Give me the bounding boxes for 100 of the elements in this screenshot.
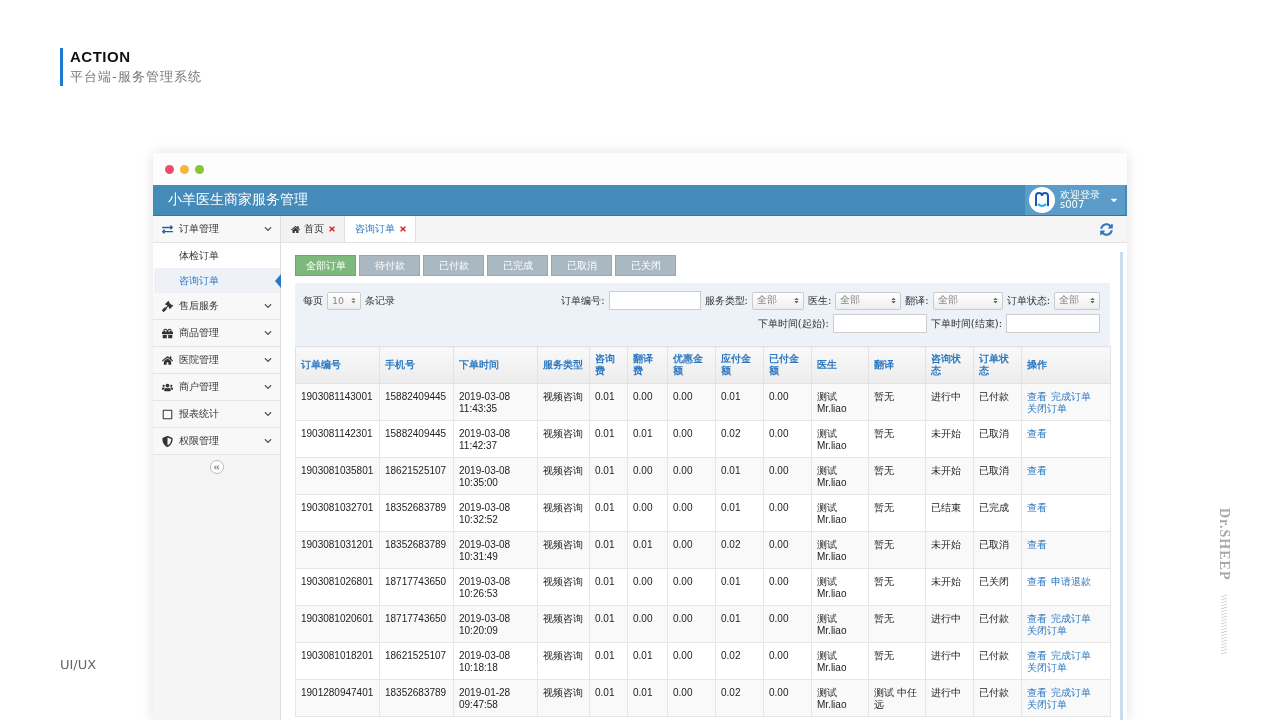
refresh-icon[interactable] (1100, 222, 1113, 236)
table-cell: 0.00 (763, 457, 812, 495)
page-size-select[interactable]: 10 (327, 291, 361, 310)
chevron-icon (264, 225, 272, 233)
table-cell: 视频咨询 (537, 642, 590, 680)
table-cell: 测试 Mr.liao (811, 679, 869, 717)
column-header: 操作 (1021, 346, 1111, 384)
maximize-dot[interactable] (195, 164, 204, 174)
action-link[interactable]: 关闭订单 (1027, 625, 1067, 637)
footer-label: UI/UX (60, 657, 98, 672)
action-link[interactable]: 查看 (1027, 502, 1047, 514)
sidebar-subitem[interactable]: 咨询订单 (153, 268, 280, 293)
table-cell: 已付款 (973, 679, 1022, 717)
filter-select[interactable]: 全部 (932, 291, 1003, 310)
table-cell: 0.01 (627, 420, 668, 458)
action-link[interactable]: 查看 (1027, 650, 1047, 662)
date-field[interactable] (1006, 314, 1100, 333)
table-cell: 0.01 (589, 568, 628, 606)
table-cell: 1901280947401 (295, 679, 380, 717)
greeting-text: 欢迎登录 (1060, 190, 1101, 200)
table-cell: 2019-03-08 10:31:49 (453, 531, 538, 569)
scrollbar[interactable] (1120, 252, 1123, 720)
table-cell: 进行中 (925, 642, 974, 680)
tab[interactable]: 咨询订单 (345, 216, 416, 242)
table-cell: 18352683789 (379, 494, 454, 532)
table-cell: 视频咨询 (537, 494, 590, 532)
table-cell: 1903081143001 (295, 383, 380, 421)
table-cell: 2019-03-08 10:35:00 (453, 457, 538, 495)
app-title: 小羊医生商家服务管理 (167, 191, 308, 209)
action-link[interactable]: 完成订单 (1051, 613, 1091, 625)
filter-select[interactable]: 全部 (1054, 291, 1100, 310)
table-cell: 进行中 (925, 679, 974, 717)
table-cell: 视频咨询 (537, 457, 590, 495)
table-cell: 视频咨询 (537, 383, 590, 421)
action-link[interactable]: 查看 (1027, 687, 1047, 699)
action-link[interactable]: 查看 (1027, 465, 1047, 477)
minimize-dot[interactable] (180, 164, 189, 174)
chevron-icon (264, 356, 272, 364)
action-link[interactable]: 查看 (1027, 428, 1047, 440)
action-link[interactable]: 完成订单 (1051, 687, 1091, 699)
gavel-icon (162, 300, 173, 312)
filter-label: 下单时间(结束): (930, 316, 1002, 331)
table-cell: 1903081035801 (295, 457, 380, 495)
table-cell: 0.00 (627, 383, 668, 421)
chevron-icon (264, 383, 272, 391)
table-cell: 暂无 (868, 531, 926, 569)
table-cell: 已取消 (973, 531, 1022, 569)
table-cell: 测试 Mr.liao (811, 605, 869, 643)
page-size-label: 每页 (303, 293, 323, 308)
action-link[interactable]: 查看 (1027, 391, 1047, 403)
chevron-icon (264, 410, 272, 418)
filter-label: 订单状态: (1006, 293, 1050, 308)
action-link[interactable]: 关闭订单 (1027, 403, 1067, 415)
table-cell: 2019-01-28 09:47:58 (453, 679, 538, 717)
close-dot[interactable] (165, 164, 174, 174)
table-cell: 0.01 (589, 605, 628, 643)
table-cell: 视频咨询 (537, 531, 590, 569)
filter-select[interactable]: 全部 (835, 291, 902, 310)
filter-select[interactable]: 全部 (751, 291, 804, 310)
table-cell: 0.01 (627, 679, 668, 717)
slide-heading: ACTION (70, 48, 132, 65)
table-cell: 1903081018201 (295, 642, 380, 680)
table-cell: 18352683789 (379, 531, 454, 569)
table-cell: 暂无 (868, 568, 926, 606)
date-field[interactable] (832, 314, 927, 333)
table-cell: 2019-03-08 10:18:18 (453, 642, 538, 680)
table-cell: 暂无 (868, 605, 926, 643)
signature-text: Dr.SHEEP (1215, 508, 1232, 581)
table-cell: 视频咨询 (537, 568, 590, 606)
table-cell: 测试 中任远 (868, 679, 926, 717)
table-cell: 测试 Mr.liao (811, 531, 869, 569)
table-cell: 暂无 (868, 642, 926, 680)
table-cell: 0.01 (715, 383, 764, 421)
action-link[interactable]: 申请退款 (1051, 576, 1091, 588)
table-cell: 0.02 (715, 642, 764, 680)
collapse-button[interactable] (209, 460, 224, 474)
sort-arrows-icon (1089, 297, 1096, 304)
order-number-field[interactable] (608, 291, 701, 310)
filter-label: 翻译: (905, 293, 929, 308)
table-cell: 0.00 (667, 383, 716, 421)
close-icon[interactable] (328, 225, 336, 233)
filter-label: 下单时间(起始): (757, 316, 829, 331)
table-cell: 15882409445 (379, 420, 454, 458)
action-link[interactable]: 查看 (1027, 576, 1047, 588)
action-link[interactable]: 完成订单 (1051, 391, 1091, 403)
avatar-logo-icon (1029, 187, 1055, 213)
exchange-icon (162, 223, 173, 235)
close-icon[interactable] (399, 225, 407, 233)
table-cell: 0.00 (627, 457, 668, 495)
action-link[interactable]: 关闭订单 (1027, 699, 1067, 711)
action-link[interactable]: 完成订单 (1051, 650, 1091, 662)
user-menu[interactable]: 欢迎登录 s007 (1025, 185, 1125, 215)
sidebar-subitem[interactable]: 体检订单 (153, 243, 280, 268)
action-link[interactable]: 查看 (1027, 613, 1047, 625)
table-cell: 0.01 (589, 494, 628, 532)
action-link[interactable]: 关闭订单 (1027, 662, 1067, 674)
table-cell: 0.01 (715, 605, 764, 643)
action-link[interactable]: 查看 (1027, 539, 1047, 551)
sort-arrows-icon (350, 297, 357, 304)
sort-arrows-icon (991, 297, 999, 304)
